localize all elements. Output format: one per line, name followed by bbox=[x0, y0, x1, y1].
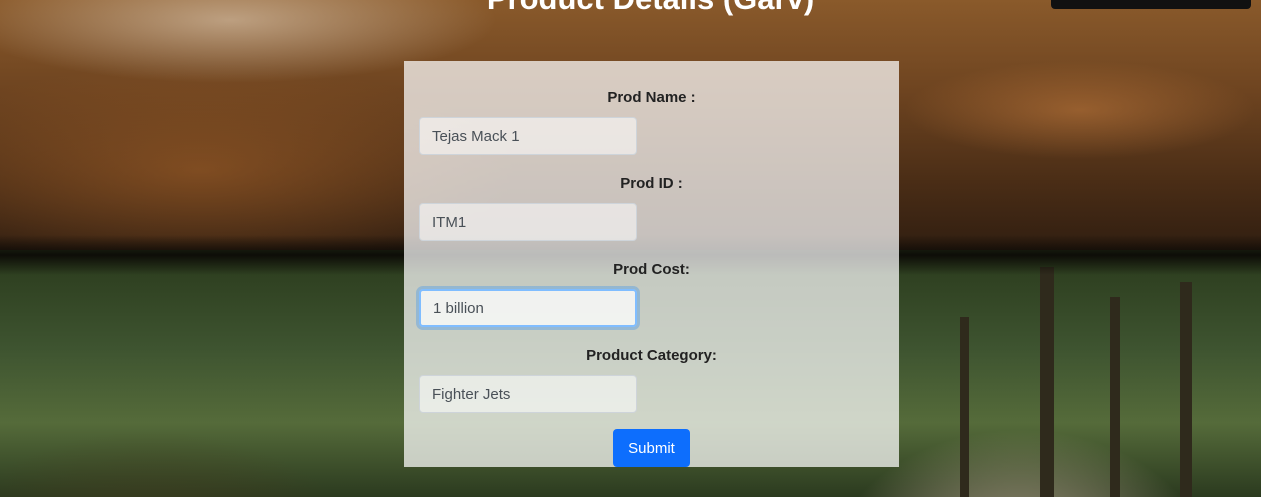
prod-cost-label: Prod Cost: bbox=[613, 261, 690, 278]
prod-id-label: Prod ID : bbox=[620, 175, 683, 192]
prod-name-label: Prod Name : bbox=[607, 89, 696, 106]
submit-button[interactable]: Submit bbox=[613, 429, 690, 467]
prod-id-input[interactable] bbox=[419, 203, 637, 241]
tree-trunk bbox=[960, 317, 969, 497]
prod-cost-input[interactable] bbox=[419, 289, 637, 327]
tree-trunk bbox=[1180, 282, 1192, 497]
product-form: Prod Name : Prod ID : Prod Cost: Product… bbox=[404, 61, 899, 467]
tree-trunk bbox=[1040, 267, 1054, 497]
page-title: Product Details (Garv) bbox=[0, 0, 1261, 17]
product-category-input[interactable] bbox=[419, 375, 637, 413]
tree-trunk bbox=[1110, 297, 1120, 497]
prod-name-input[interactable] bbox=[419, 117, 637, 155]
product-category-label: Product Category: bbox=[586, 347, 717, 364]
